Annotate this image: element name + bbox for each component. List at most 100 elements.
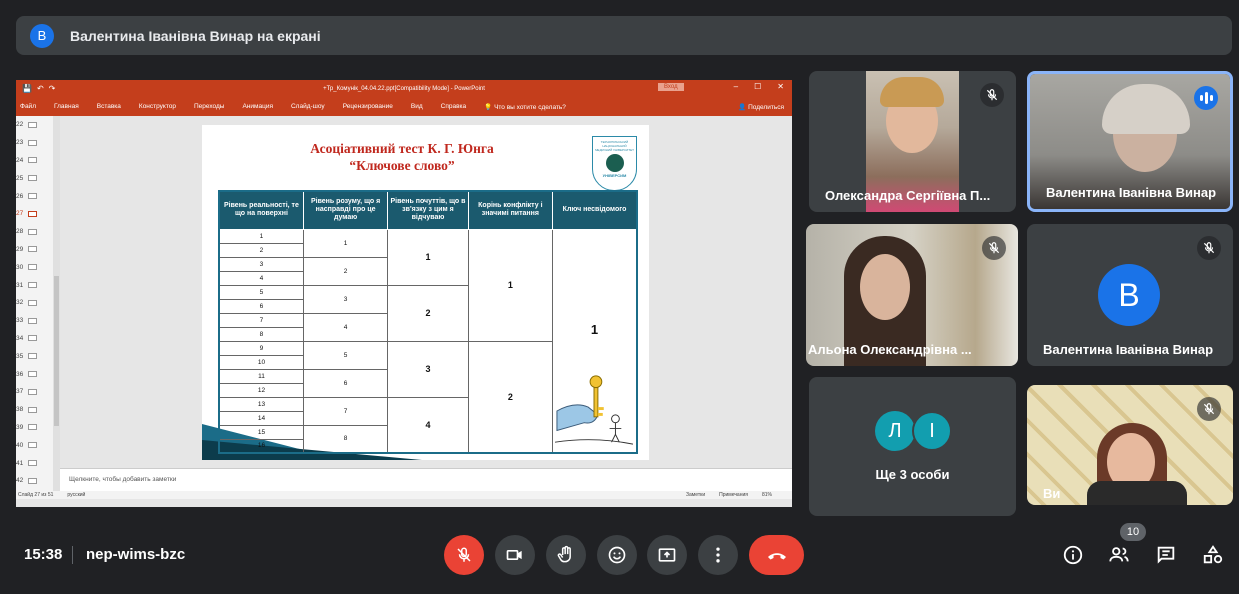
thumbnail-scrollbar[interactable]: [53, 116, 60, 499]
notes-toggle[interactable]: Заметки: [686, 492, 705, 498]
participant-name: Валентина Іванівна Винар: [1046, 185, 1217, 200]
slide-thumbnail[interactable]: 40: [16, 436, 53, 454]
cell-key-value: 1: [590, 321, 599, 337]
slide-thumbnail[interactable]: 22: [16, 116, 53, 134]
slide-number: 27: [16, 210, 24, 218]
reactions-button[interactable]: [597, 535, 637, 575]
slide-thumbnail[interactable]: 34: [16, 330, 53, 348]
slide-thumbnail[interactable]: 23: [16, 134, 53, 152]
tab-home[interactable]: Главная: [54, 103, 79, 110]
logo-name: УНІВЕРСИМ: [602, 173, 627, 178]
raise-hand-button[interactable]: [546, 535, 586, 575]
participant-name: Валентина Іванівна Винар: [1043, 342, 1214, 357]
comments-toggle[interactable]: Примечания: [719, 492, 748, 498]
slide-number: 32: [16, 299, 24, 307]
leave-call-button[interactable]: [749, 535, 804, 575]
slide-thumbnail[interactable]: 29: [16, 241, 53, 259]
chat-button[interactable]: [1153, 542, 1179, 568]
slide-thumbnail[interactable]: 28: [16, 223, 53, 241]
participant-tile[interactable]: Олександра Сергіївна П...: [809, 71, 1016, 212]
participant-avatar: В: [1098, 264, 1160, 326]
thumbnail-preview-icon: [28, 246, 38, 253]
camera-toggle-button[interactable]: [495, 535, 535, 575]
mic-off-icon: [457, 547, 471, 562]
participant-tile[interactable]: Альона Олександрівна ...: [806, 224, 1018, 366]
tab-help[interactable]: Справка: [441, 103, 467, 110]
slide-canvas[interactable]: Асоціативний тест К. Г. Юнга “Ключове сл…: [202, 125, 649, 460]
notes-pane[interactable]: Щелкните, чтобы добавить заметки: [60, 468, 792, 492]
thumbnail-preview-icon: [28, 424, 38, 431]
tab-design[interactable]: Конструктор: [139, 103, 176, 110]
slide-number: 26: [16, 192, 24, 200]
slide-thumbnails[interactable]: 22 23 24 25 26 27 28 29 30 31 32 33 34 35 36 37 38 39 40 41…: [16, 116, 53, 499]
thumbnail-preview-icon: [28, 388, 38, 395]
slide-number: 34: [16, 334, 24, 342]
cell-mind: 1: [302, 228, 389, 258]
chat-icon: [1157, 546, 1175, 564]
close-icon[interactable]: ✕: [777, 82, 784, 91]
header-mind: Рівень розуму, що я насправді про це дум…: [302, 190, 389, 230]
slide-thumbnail[interactable]: 32: [16, 294, 53, 312]
activities-button[interactable]: [1200, 542, 1226, 568]
participant-tile-active[interactable]: Валентина Іванівна Винар: [1027, 71, 1233, 212]
slide-thumbnail[interactable]: 41: [16, 454, 53, 472]
slide-title: Асоціативний тест К. Г. Юнга: [310, 141, 494, 156]
slide-thumbnail[interactable]: 38: [16, 401, 53, 419]
scrollbar-thumb[interactable]: [54, 276, 59, 426]
tab-transitions[interactable]: Переходы: [194, 103, 225, 110]
tab-slideshow[interactable]: Слайд-шоу: [291, 103, 325, 110]
slide-number: 30: [16, 263, 24, 271]
header-key: Ключ несвідомого: [552, 190, 638, 230]
cell-key: 1: [552, 228, 638, 454]
participant-tile[interactable]: В Валентина Іванівна Винар: [1027, 224, 1233, 366]
slide-number: 28: [16, 228, 24, 236]
slide-number: 33: [16, 317, 24, 325]
zoom-level[interactable]: 81%: [762, 492, 772, 498]
share-button[interactable]: 👤 Поделиться: [738, 103, 784, 111]
cell-feelings: 2: [387, 284, 469, 342]
slide-thumbnail[interactable]: 42: [16, 472, 53, 490]
cell-mind: 6: [302, 368, 389, 398]
minimize-icon[interactable]: –: [734, 82, 738, 91]
table-body: 1 1 1 1 1 2 3 2 4 5 3 2 6 7 4 8 9 5 3 2 10 11 6 12 13 7 4 14 15 8 16: [218, 228, 638, 454]
tab-insert[interactable]: Вставка: [97, 103, 121, 110]
slide-thumbnail[interactable]: 30: [16, 258, 53, 276]
slide-number: 42: [16, 477, 24, 485]
tab-review[interactable]: Рецензирование: [343, 103, 393, 110]
slide-thumbnail[interactable]: 24: [16, 152, 53, 170]
thumbnail-preview-icon: [28, 371, 38, 378]
participant-name: Альона Олександрівна ...: [808, 342, 972, 357]
slide-thumbnail[interactable]: 27: [16, 205, 53, 223]
tab-file[interactable]: Файл: [20, 103, 36, 110]
people-button[interactable]: [1106, 542, 1132, 568]
slide-thumbnail[interactable]: 26: [16, 187, 53, 205]
cell-reality: 11: [218, 368, 304, 384]
shared-screen[interactable]: 💾 ↶ ↷ +Тр_Комунік_04.04.22.ppt[Compatibi…: [16, 80, 792, 507]
thumbnail-preview-icon: [28, 442, 38, 449]
cell-reality: 2: [218, 242, 304, 258]
tab-animation[interactable]: Анимация: [242, 103, 273, 110]
powerpoint-workspace: 22 23 24 25 26 27 28 29 30 31 32 33 34 35 36 37 38 39 40 41…: [16, 116, 792, 499]
slide-thumbnail[interactable]: 36: [16, 365, 53, 383]
slide-thumbnail[interactable]: 37: [16, 383, 53, 401]
meeting-details-button[interactable]: [1060, 542, 1086, 568]
header-feelings: Рівень почуттів, що в зв'язку з цим я ві…: [387, 190, 469, 230]
shapes-icon: [1203, 545, 1223, 564]
slide-thumbnail[interactable]: 25: [16, 169, 53, 187]
slide-number: 31: [16, 281, 24, 289]
tell-me-search[interactable]: 💡 Что вы хотите сделать?: [484, 103, 566, 111]
more-participants-tile[interactable]: Л І Ще 3 особи: [809, 377, 1016, 516]
slide-thumbnail[interactable]: 39: [16, 419, 53, 437]
cell-reality: 12: [218, 382, 304, 398]
mic-toggle-button[interactable]: [444, 535, 484, 575]
slide-thumbnail[interactable]: 33: [16, 312, 53, 330]
slide-subtitle: “Ключове слово”: [349, 158, 455, 173]
tab-view[interactable]: Вид: [411, 103, 423, 110]
slide-thumbnail[interactable]: 31: [16, 276, 53, 294]
slide-thumbnail[interactable]: 35: [16, 347, 53, 365]
self-view-tile[interactable]: Ви: [1027, 385, 1233, 505]
login-button[interactable]: Вход: [658, 83, 684, 91]
present-screen-button[interactable]: [647, 535, 687, 575]
maximize-icon[interactable]: ☐: [754, 82, 761, 91]
more-options-button[interactable]: [698, 535, 738, 575]
